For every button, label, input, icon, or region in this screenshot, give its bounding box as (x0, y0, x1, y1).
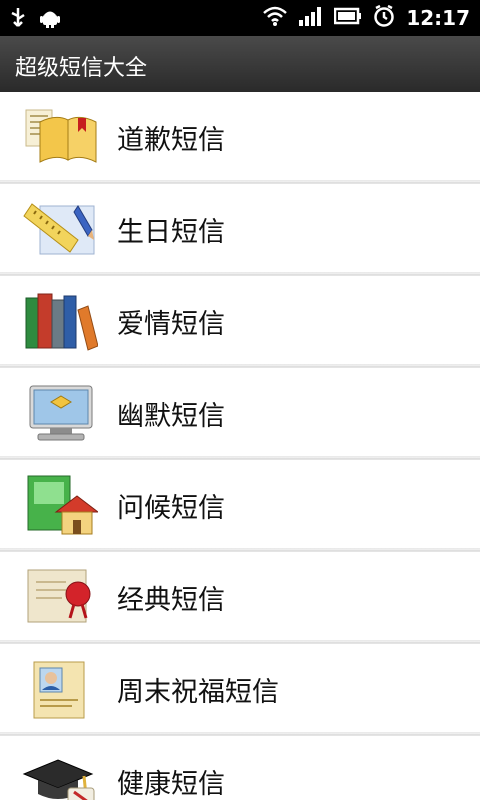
list-item-greeting[interactable]: 问候短信 (0, 460, 480, 552)
usb-icon (8, 6, 28, 34)
app-title-bar: 超级短信大全 (0, 36, 480, 93)
list-item-label: 经典短信 (117, 585, 225, 616)
status-bar: 12:17 (0, 0, 480, 36)
graduation-cap-icon (22, 748, 98, 800)
status-right-icons: 12:17 (262, 4, 470, 32)
list-item-label: 健康短信 (117, 769, 225, 800)
android-icon (38, 6, 62, 34)
list-item-humor[interactable]: 幽默短信 (0, 368, 480, 460)
certificate-seal-icon (22, 564, 98, 630)
list-item-love[interactable]: 爱情短信 (0, 276, 480, 368)
list-item-apology[interactable]: 道歉短信 (0, 92, 480, 184)
ruler-pencil-icon (22, 196, 98, 262)
list-item-classic[interactable]: 经典短信 (0, 552, 480, 644)
books-icon (22, 288, 99, 354)
battery-icon (334, 6, 362, 30)
list-item-label: 爱情短信 (117, 309, 225, 340)
list-item-label: 幽默短信 (117, 401, 225, 432)
list-item-label: 生日短信 (117, 217, 225, 248)
list-item-health[interactable]: 健康短信 (0, 736, 480, 800)
signal-icon (298, 5, 324, 31)
list-item-birthday[interactable]: 生日短信 (0, 184, 480, 276)
id-card-icon (22, 656, 98, 722)
book-icon (22, 104, 98, 170)
list-item-label: 道歉短信 (117, 125, 225, 156)
wifi-icon (262, 5, 288, 31)
list-item-label: 问候短信 (117, 493, 225, 524)
book-house-icon (22, 472, 100, 538)
status-time: 12:17 (406, 6, 470, 30)
app-title: 超级短信大全 (15, 56, 148, 81)
monitor-icon (22, 380, 98, 446)
alarm-clock-icon (372, 4, 396, 32)
list-item-label: 周末祝福短信 (117, 677, 279, 708)
list-item-weekend[interactable]: 周末祝福短信 (0, 644, 480, 736)
status-left-icons (8, 6, 62, 34)
message-category-list[interactable]: 道歉短信 生日短信 爱情短信 幽默短信 问候短信 经典短信 周末祝福短信 健康短… (0, 92, 480, 800)
